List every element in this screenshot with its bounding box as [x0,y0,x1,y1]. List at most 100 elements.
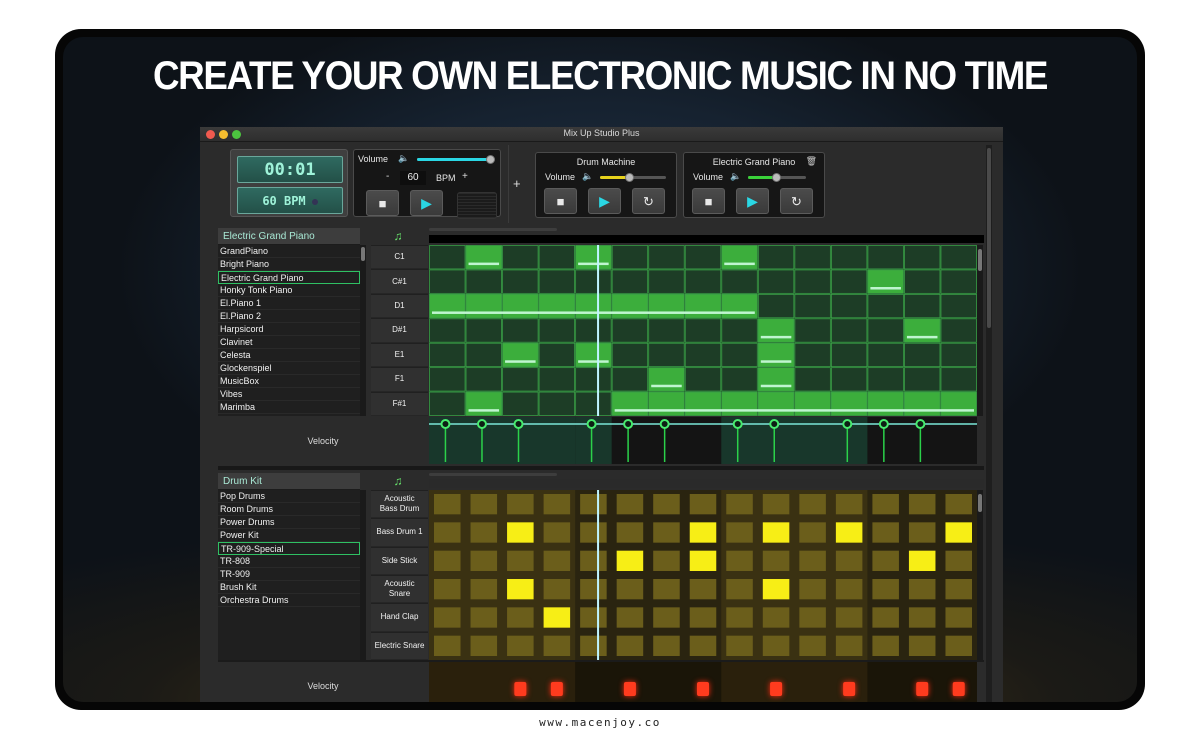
drum-step-pad[interactable] [470,494,498,515]
piano-preset-item[interactable]: Honky Tonk Piano [218,284,360,297]
piano-step-cell[interactable] [830,342,868,368]
drum-step-pad[interactable] [689,494,717,515]
piano-step-cell[interactable] [575,342,612,368]
master-stop-button[interactable]: ■ [366,190,399,216]
piano-step-cell[interactable] [940,293,977,319]
piano-step-cell[interactable] [502,391,539,416]
instrument-play-button[interactable]: ▶ [588,188,621,214]
piano-step-cell[interactable] [794,269,831,294]
piano-step-cell[interactable] [757,245,795,270]
piano-step-cell[interactable] [648,391,685,416]
piano-step-cell[interactable] [684,367,722,392]
drum-grid-scrollbar[interactable] [977,490,983,660]
drum-step-pad[interactable] [945,550,972,571]
drum-section-title[interactable]: Drum Kit [218,473,360,490]
drum-step-pad[interactable] [507,579,534,600]
piano-note-bar[interactable] [724,262,755,266]
piano-note-bar[interactable] [468,409,500,412]
piano-step-cell[interactable] [794,367,831,392]
piano-step-cell[interactable] [611,367,649,392]
drum-step-pad[interactable] [945,522,972,543]
drum-step-pad[interactable] [799,550,826,571]
piano-note-bar[interactable] [578,360,609,363]
piano-preset-item[interactable]: Celesta [218,349,360,362]
piano-velocity-handle[interactable] [878,419,889,429]
drum-step-pad[interactable] [872,607,899,628]
drum-step-pad[interactable] [835,522,863,543]
drum-velocity-lane[interactable] [429,662,977,702]
drum-velocity-led[interactable] [550,682,563,696]
piano-step-cell[interactable] [611,245,649,270]
drum-velocity-led[interactable] [770,682,783,696]
drum-step-pad[interactable] [689,579,717,600]
drum-step-pad[interactable] [470,550,498,571]
piano-roll-scroll-thumb[interactable] [978,249,982,271]
drum-velocity-led[interactable] [952,682,965,696]
piano-step-cell[interactable] [867,245,904,270]
piano-step-cell[interactable] [465,318,502,343]
drum-step-pad[interactable] [653,635,680,656]
drum-velocity-led[interactable] [843,682,856,696]
piano-step-cell[interactable] [721,391,758,416]
drum-step-pad[interactable] [908,494,936,515]
drum-step-pad[interactable] [799,635,826,656]
piano-step-cell[interactable] [538,318,576,343]
piano-step-cell[interactable] [904,293,941,319]
piano-step-cell[interactable] [940,391,977,416]
piano-preset-item[interactable]: El.Piano 1 [218,297,360,310]
piano-step-cell[interactable] [904,391,941,416]
piano-preset-item[interactable]: Electric Grand Piano [218,271,360,284]
drum-step-pad[interactable] [653,550,680,571]
piano-note-bar[interactable] [468,262,500,266]
piano-step-cell[interactable] [465,342,502,368]
piano-step-cell[interactable] [465,269,502,294]
piano-step-cell[interactable] [867,367,904,392]
drum-velocity-led[interactable] [916,682,929,696]
piano-step-cell[interactable] [904,245,941,270]
piano-step-cell[interactable] [684,245,722,270]
drum-step-pad[interactable] [653,579,680,600]
piano-step-cell[interactable] [575,269,612,294]
drum-step-pad[interactable] [543,494,571,515]
drum-step-pad[interactable] [616,494,644,515]
drum-horizontal-scrollbar[interactable] [429,473,557,476]
drum-step-pad[interactable] [616,550,644,571]
piano-step-cell[interactable] [648,342,685,368]
drum-step-pad[interactable] [908,607,936,628]
drum-step-pad[interactable] [580,635,607,656]
piano-preset-item[interactable]: Marimba [218,401,360,414]
piano-section-title[interactable]: Electric Grand Piano [218,228,360,245]
piano-velocity-handle[interactable] [732,419,743,429]
piano-step-cell[interactable] [904,367,941,392]
piano-step-cell[interactable] [502,342,539,368]
piano-step-cell[interactable] [830,318,868,343]
window-scrollbar[interactable] [986,145,992,702]
drum-step-pad[interactable] [470,522,498,543]
piano-step-cell[interactable] [721,342,758,368]
piano-step-cell[interactable] [684,391,722,416]
piano-step-cell[interactable] [721,245,758,270]
piano-step-cell[interactable] [684,318,722,343]
bpm-input[interactable]: 60 [400,171,426,185]
drum-step-pad[interactable] [835,579,863,600]
piano-step-cell[interactable] [575,293,612,319]
instrument-stop-button[interactable]: ■ [544,188,577,214]
piano-step-cell[interactable] [538,342,576,368]
drum-step-pad[interactable] [470,579,498,600]
drum-step-pad[interactable] [835,607,863,628]
drum-step-pad[interactable] [726,550,753,571]
piano-step-cell[interactable] [611,318,649,343]
drum-step-pad[interactable] [872,522,899,543]
piano-step-cell[interactable] [575,318,612,343]
piano-step-cell[interactable] [867,293,904,319]
trash-icon[interactable]: 🗑 [806,156,817,167]
drum-step-pad[interactable] [580,522,607,543]
piano-step-cell[interactable] [830,269,868,294]
piano-step-cell[interactable] [429,367,466,392]
piano-list-scrollbar[interactable] [360,245,366,416]
piano-preset-item[interactable]: Glockenspiel [218,362,360,375]
piano-note-bar[interactable] [614,409,974,412]
piano-step-cell[interactable] [830,367,868,392]
drum-step-pad[interactable] [689,635,717,656]
drum-step-pad[interactable] [543,635,571,656]
